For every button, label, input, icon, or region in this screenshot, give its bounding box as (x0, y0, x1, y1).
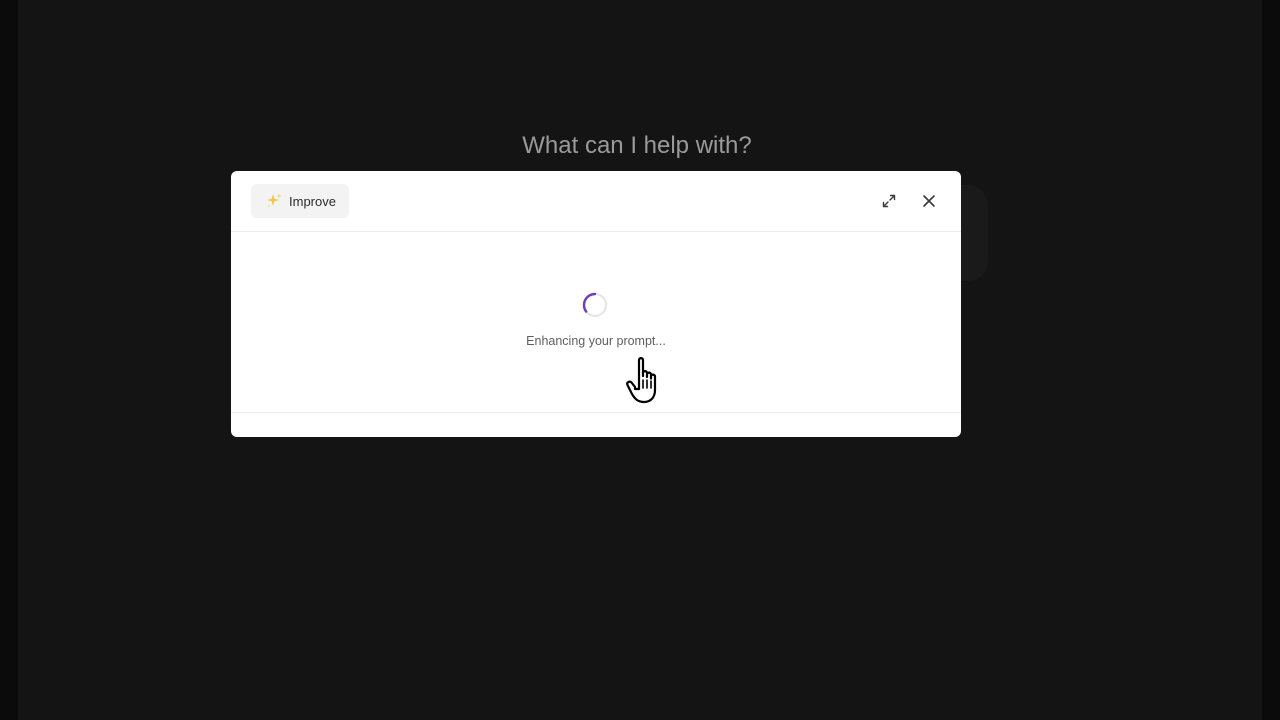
status-text: Enhancing your prompt... (526, 334, 666, 348)
sparkles-icon (265, 192, 283, 210)
improve-prompt-modal: Improve Enhancing your prompt... (231, 171, 961, 437)
expand-button[interactable] (878, 190, 900, 212)
loading-spinner-icon (582, 292, 608, 318)
close-button[interactable] (918, 190, 940, 212)
modal-header: Improve (231, 171, 961, 232)
improve-button-label: Improve (289, 193, 336, 209)
improve-button[interactable]: Improve (251, 184, 349, 218)
modal-footer (231, 412, 961, 437)
expand-icon (882, 194, 896, 208)
close-icon (923, 195, 935, 207)
modal-body: Enhancing your prompt... (231, 232, 961, 412)
page-greeting: What can I help with? (522, 132, 752, 159)
hand-pointer-cursor-icon (626, 357, 657, 404)
